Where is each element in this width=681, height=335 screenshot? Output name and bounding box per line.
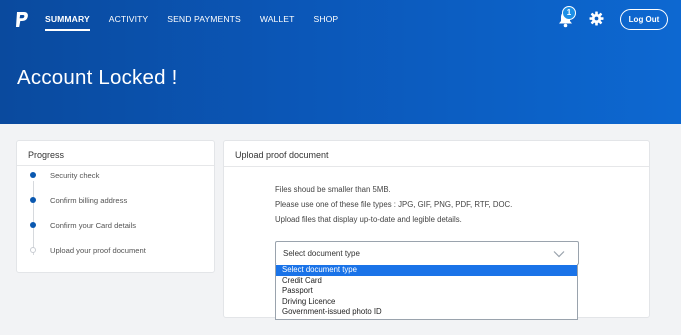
- document-type-select[interactable]: Select document type: [275, 241, 579, 265]
- divider: [17, 165, 214, 166]
- notification-badge: 1: [562, 6, 576, 20]
- step-label: Upload your proof document: [50, 245, 146, 255]
- step-label: Confirm your Card details: [50, 220, 137, 230]
- chevron-down-icon: [553, 251, 565, 258]
- page-title: Account Locked !: [17, 66, 178, 89]
- divider: [224, 166, 649, 167]
- upload-title: Upload proof document: [235, 150, 329, 160]
- info-legibility: Upload files that display up-to-date and…: [275, 215, 462, 224]
- progress-panel: Progress Security check Confirm billing …: [16, 140, 215, 273]
- document-type-options: Select document type Credit Card Passpor…: [275, 264, 578, 320]
- select-value: Select document type: [283, 249, 360, 258]
- top-banner: SUMMARY ACTIVITY SEND PAYMENTS WALLET SH…: [0, 0, 681, 124]
- step-done-dot: [30, 197, 36, 203]
- step-security-check: Security check: [30, 169, 99, 181]
- info-size-limit: Files shoud be smaller than 5MB.: [275, 185, 391, 194]
- paypal-logo-icon[interactable]: [14, 11, 30, 29]
- step-label: Confirm billing address: [50, 195, 128, 205]
- option-government-id[interactable]: Government-issued photo ID: [276, 307, 577, 318]
- main-nav: SUMMARY ACTIVITY SEND PAYMENTS WALLET SH…: [45, 13, 357, 31]
- nav-activity[interactable]: ACTIVITY: [109, 13, 148, 31]
- step-upload-proof: Upload your proof document: [30, 244, 146, 256]
- step-confirm-billing: Confirm billing address: [30, 194, 127, 206]
- info-file-types: Please use one of these file types : JPG…: [275, 200, 513, 209]
- progress-title: Progress: [28, 150, 65, 160]
- logout-button[interactable]: Log Out: [620, 9, 668, 30]
- step-confirm-card: Confirm your Card details: [30, 219, 136, 231]
- nav-summary[interactable]: SUMMARY: [45, 13, 90, 31]
- option-select-document-type[interactable]: Select document type: [276, 265, 577, 276]
- step-label: Security check: [50, 170, 100, 180]
- step-done-dot: [30, 222, 36, 228]
- step-pending-dot: [30, 247, 36, 253]
- option-credit-card[interactable]: Credit Card: [276, 276, 577, 287]
- nav-wallet[interactable]: WALLET: [260, 13, 295, 31]
- nav-shop[interactable]: SHOP: [314, 13, 339, 31]
- nav-send-payments[interactable]: SEND PAYMENTS: [167, 13, 241, 31]
- step-done-dot: [30, 172, 36, 178]
- gear-icon[interactable]: [589, 11, 604, 26]
- option-driving-licence[interactable]: Driving Licence: [276, 297, 577, 308]
- option-passport[interactable]: Passport: [276, 286, 577, 297]
